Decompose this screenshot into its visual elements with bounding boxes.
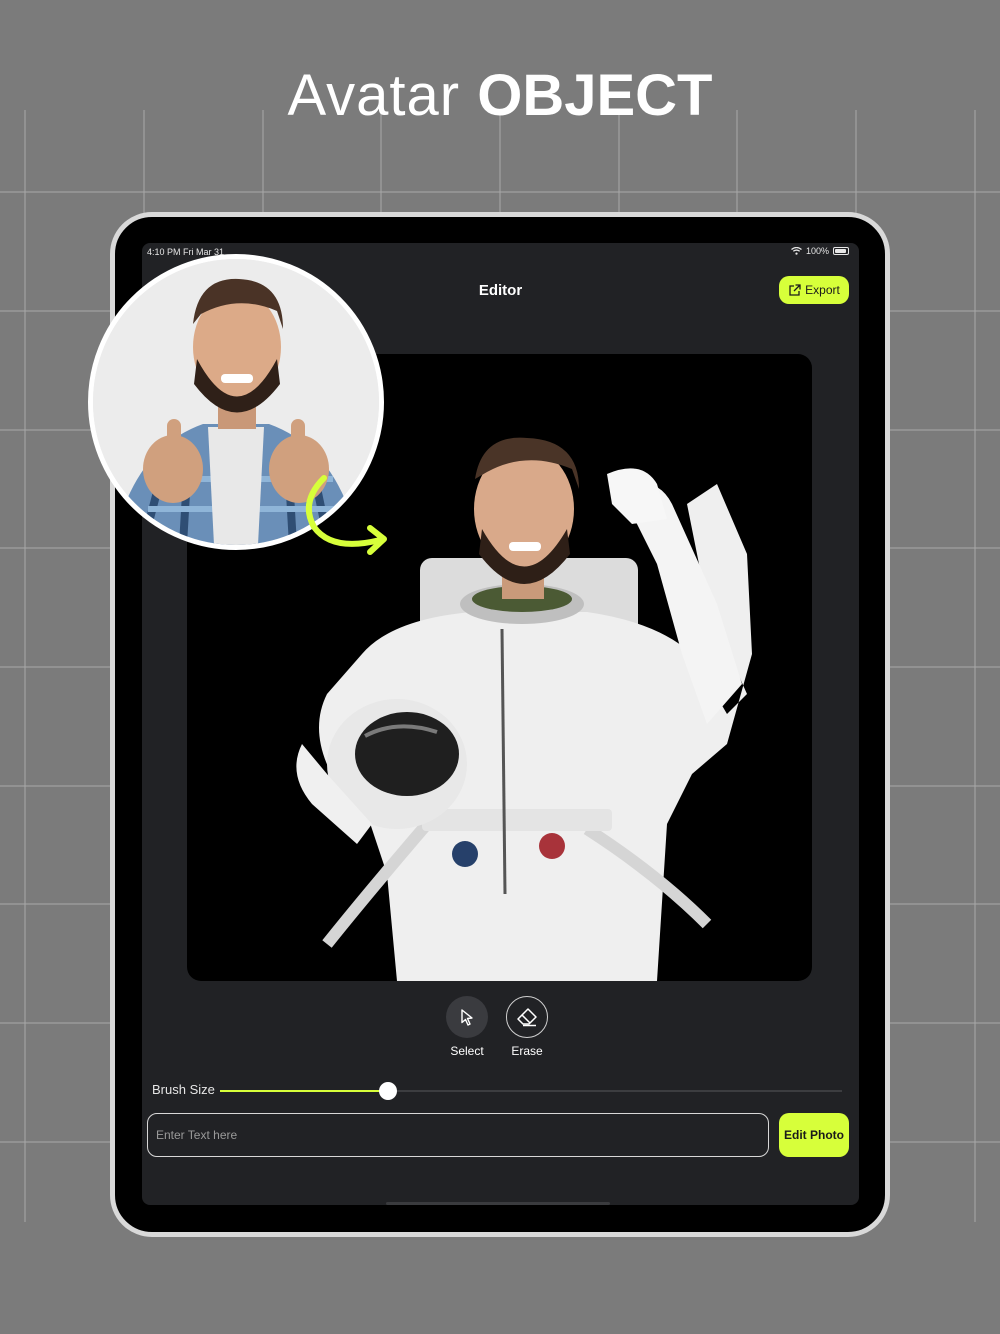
wifi-icon bbox=[791, 247, 802, 255]
export-label: Export bbox=[805, 283, 840, 297]
page-headline: Avatar OBJECT bbox=[0, 62, 1000, 129]
status-indicators: 100% bbox=[791, 246, 849, 256]
battery-percent: 100% bbox=[805, 246, 829, 256]
headline-light: Avatar bbox=[287, 63, 461, 128]
brush-size-fill bbox=[220, 1090, 388, 1092]
prompt-input[interactable] bbox=[147, 1113, 769, 1157]
erase-tool-label: Erase bbox=[511, 1044, 543, 1058]
brush-size-slider[interactable] bbox=[220, 1082, 842, 1100]
brush-size-thumb[interactable] bbox=[378, 1082, 397, 1100]
edit-photo-button[interactable]: Edit Photo bbox=[779, 1113, 849, 1157]
home-indicator bbox=[386, 1202, 610, 1205]
brush-size-row: Brush Size bbox=[152, 1081, 842, 1101]
eraser-icon bbox=[517, 1008, 537, 1027]
cursor-arrow-icon bbox=[461, 1009, 473, 1026]
battery-icon bbox=[833, 247, 849, 255]
export-button[interactable]: Export bbox=[779, 276, 849, 304]
brush-size-label: Brush Size bbox=[152, 1082, 215, 1097]
tool-bar: Select Erase bbox=[142, 996, 859, 1066]
erase-tool-circle bbox=[506, 996, 548, 1038]
erase-tool[interactable]: Erase bbox=[497, 996, 557, 1058]
transform-arrow-icon bbox=[305, 475, 387, 555]
headline-bold: OBJECT bbox=[477, 63, 713, 128]
external-link-icon bbox=[789, 283, 801, 296]
select-tool[interactable]: Select bbox=[437, 996, 497, 1058]
select-tool-circle bbox=[446, 996, 488, 1038]
select-tool-label: Select bbox=[450, 1044, 484, 1058]
